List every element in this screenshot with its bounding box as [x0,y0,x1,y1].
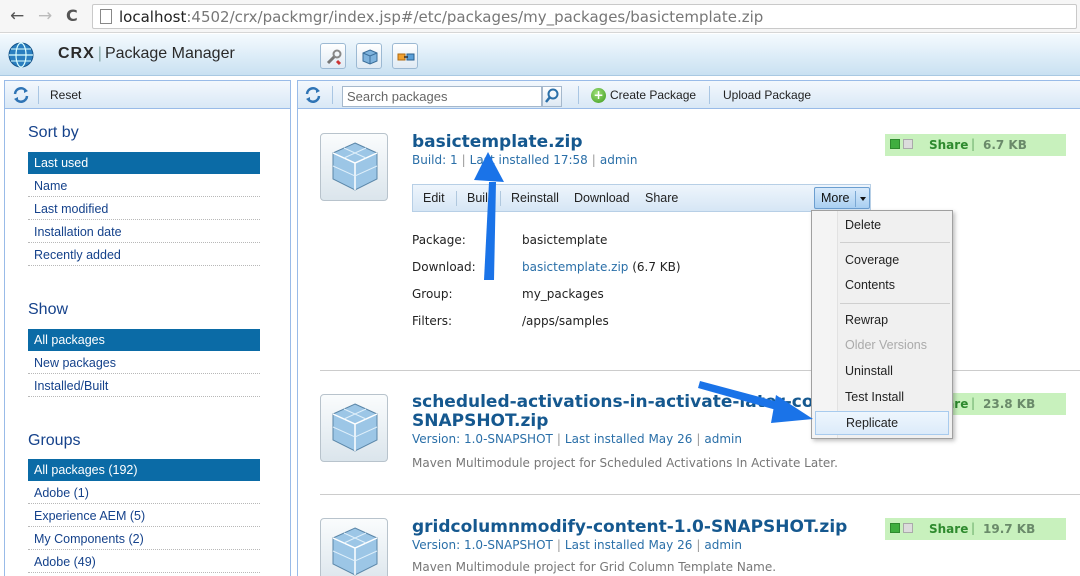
refresh-icon[interactable] [303,85,323,105]
prop-value: /apps/samples [522,314,609,328]
package-cube-icon[interactable] [320,518,388,576]
package-cube-icon[interactable] [320,133,388,201]
download-link[interactable]: basictemplate.zip [522,260,628,274]
menu-item-coverage[interactable]: Coverage [815,249,949,271]
package-list-panel: Search packages + Create Package Upload … [297,80,1080,576]
menu-item-contents[interactable]: Contents [815,274,949,296]
sidebar: Reset Sort by Last used Name Last modifi… [4,80,291,576]
prop-label: Group: [412,287,453,301]
add-icon: + [591,88,606,103]
menu-separator [840,242,950,243]
tools-icon[interactable] [320,43,346,69]
search-input[interactable]: Search packages [342,86,542,107]
group-item-my-components[interactable]: My Components (2) [28,528,260,550]
show-item-new-packages[interactable]: New packages [28,352,260,374]
sort-item-installation-date[interactable]: Installation date [28,221,260,243]
address-bar[interactable]: localhost:4502/crx/packmgr/index.jsp#/et… [92,4,1077,29]
sort-item-recently-added[interactable]: Recently added [28,244,260,266]
more-menu: Delete Coverage Contents Rewrap Older Ve… [811,210,953,439]
reset-button[interactable]: Reset [50,88,81,102]
prop-label: Filters: [412,314,453,328]
sort-item-name[interactable]: Name [28,175,260,197]
toolbar-divider [709,86,710,104]
upload-package-button[interactable]: Upload Package [723,88,811,102]
chevron-down-icon [855,191,869,207]
reload-button[interactable]: C [66,7,78,25]
menu-item-delete[interactable]: Delete [815,214,949,236]
page-icon [100,9,112,24]
build-button[interactable]: Build [467,191,495,205]
main-toolbar: Search packages + Create Package Upload … [298,81,1080,109]
create-package-button[interactable]: Create Package [610,88,696,102]
forward-button[interactable]: → [38,7,52,25]
search-icon [545,88,559,103]
show-item-installed-built[interactable]: Installed/Built [28,375,260,397]
menu-item-uninstall[interactable]: Uninstall [815,360,949,382]
status-indicator [903,139,913,149]
sidebar-toolbar: Reset [5,81,290,109]
sort-item-last-modified[interactable]: Last modified [28,198,260,220]
prop-value: my_packages [522,287,604,301]
group-item-all-packages[interactable]: All packages (192) [28,459,260,481]
app-header: CRX | Package Manager [0,34,1080,76]
sort-by-title: Sort by [28,124,79,141]
menu-item-test-install[interactable]: Test Install [815,386,949,408]
package-title[interactable]: basictemplate.zip [412,132,583,152]
prop-label: Package: [412,233,466,247]
divider [320,370,1080,371]
share-icon[interactable] [392,43,418,69]
refresh-icon[interactable] [11,85,31,105]
package-description: Maven Multimodule project for Scheduled … [412,456,838,470]
menu-separator [840,303,950,304]
browser-toolbar: ← → C localhost:4502/crx/packmgr/index.j… [0,0,1080,33]
share-button[interactable]: Share [645,191,678,205]
package-cube-icon[interactable] [320,394,388,462]
prop-value: basictemplate [522,233,608,247]
menu-item-replicate[interactable]: Replicate [815,411,949,435]
back-button[interactable]: ← [10,7,24,25]
prop-value: basictemplate.zip (6.7 KB) [522,260,681,274]
package-meta: Build: 1 | Last installed 17:58 | admin [412,153,638,167]
url-text: localhost:4502/crx/packmgr/index.jsp#/et… [119,8,764,26]
menu-item-rewrap[interactable]: Rewrap [815,309,949,331]
package-description: Maven Multimodule project for Grid Colum… [412,560,777,574]
share-badge[interactable]: Share | 19.7 KB [885,518,1066,540]
toolbar-divider [38,86,39,104]
edit-button[interactable]: Edit [423,191,445,205]
share-badge[interactable]: Share | 6.7 KB [885,134,1066,156]
divider [320,494,1080,495]
menu-item-older-versions: Older Versions [845,338,927,352]
search-button[interactable] [542,86,562,107]
package-meta: Version: 1.0-SNAPSHOT | Last installed May… [412,538,742,552]
action-divider [500,191,501,206]
status-indicator [890,523,900,533]
toolbar-divider [332,86,333,104]
package-title-cont[interactable]: SNAPSHOT.zip [412,411,548,431]
toolbar-divider [578,86,579,104]
package-size: 19.7 KB [983,522,1036,536]
group-item-adobe-2[interactable]: Adobe (49) [28,551,260,573]
package-meta: Version: 1.0-SNAPSHOT | Last installed May… [412,432,742,446]
package-icon[interactable] [356,43,382,69]
show-item-all-packages[interactable]: All packages [28,329,260,351]
status-indicator [890,139,900,149]
group-item-experience-aem[interactable]: Experience AEM (5) [28,505,260,527]
sort-item-last-used[interactable]: Last used [28,152,260,174]
reinstall-button[interactable]: Reinstall [511,191,559,205]
show-title: Show [28,301,69,318]
package-size: 23.8 KB [983,397,1036,411]
group-item-adobe[interactable]: Adobe (1) [28,482,260,504]
groups-title: Groups [28,432,81,449]
more-button[interactable]: More [814,187,870,209]
prop-label: Download: [412,260,476,274]
package-size: 6.7 KB [983,138,1027,152]
globe-logo-icon [8,42,34,68]
package-action-bar: Edit Build Reinstall Download Share More [412,184,871,212]
status-indicator [903,523,913,533]
action-divider [456,191,457,206]
package-title[interactable]: gridcolumnmodify-content-1.0-SNAPSHOT.zi… [412,517,847,537]
download-button[interactable]: Download [574,191,630,205]
app-title: CRX | Package Manager [58,45,235,62]
